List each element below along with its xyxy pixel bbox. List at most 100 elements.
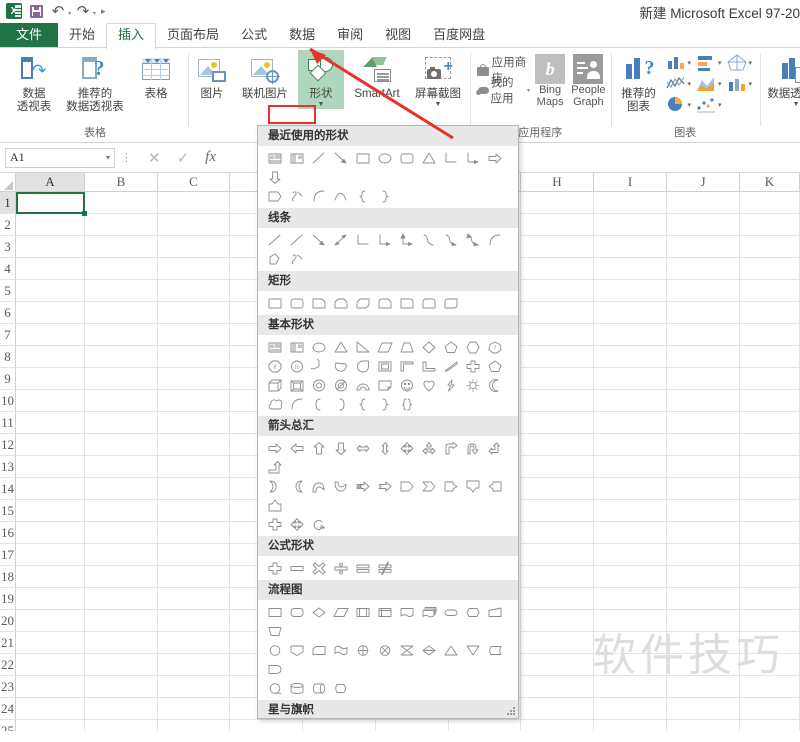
shape-curved-left-arrow-icon[interactable]: [286, 476, 308, 495]
shape-curved-down-arrow-icon[interactable]: [330, 476, 352, 495]
row-header-9[interactable]: 9: [0, 368, 16, 390]
cell-I14[interactable]: [594, 478, 667, 500]
row-header-21[interactable]: 21: [0, 632, 16, 654]
cell-H5[interactable]: [521, 280, 594, 302]
cell-B25[interactable]: [85, 720, 158, 731]
cell-K25[interactable]: [740, 720, 800, 731]
column-chart-caret-icon[interactable]: ▾: [688, 59, 692, 67]
cell-B23[interactable]: [85, 676, 158, 698]
cell-C14[interactable]: [158, 478, 230, 500]
shape-flow-multidocument-icon[interactable]: [418, 602, 440, 621]
cell-I9[interactable]: [594, 368, 667, 390]
cell-J24[interactable]: [667, 698, 740, 720]
cell-K2[interactable]: [740, 214, 800, 236]
cell-H7[interactable]: [521, 324, 594, 346]
cell-H23[interactable]: [521, 676, 594, 698]
cell-K1[interactable]: [740, 192, 800, 214]
cell-I17[interactable]: [594, 544, 667, 566]
cell-H24[interactable]: [521, 698, 594, 720]
cell-I10[interactable]: [594, 390, 667, 412]
cell-J5[interactable]: [667, 280, 740, 302]
cell-K24[interactable]: [740, 698, 800, 720]
cell-C13[interactable]: [158, 456, 230, 478]
shape-elbow-double-arrow-icon[interactable]: [396, 230, 418, 249]
cell-J18[interactable]: [667, 566, 740, 588]
shape-frame-icon[interactable]: [374, 356, 396, 375]
row-header-11[interactable]: 11: [0, 412, 16, 434]
cell-I8[interactable]: [594, 346, 667, 368]
shape-flow-internal-icon[interactable]: [374, 602, 396, 621]
shape-elbow-arrow-connector-icon[interactable]: [462, 148, 484, 167]
cell-A24[interactable]: [16, 698, 85, 720]
tab-view[interactable]: 视图: [374, 24, 422, 48]
shape-arc-icon[interactable]: [308, 186, 330, 205]
cell-K17[interactable]: [740, 544, 800, 566]
cell-J6[interactable]: [667, 302, 740, 324]
cell-B7[interactable]: [85, 324, 158, 346]
shape-arc-icon[interactable]: [286, 394, 308, 413]
name-box[interactable]: A1 ▾: [5, 147, 115, 168]
cell-A13[interactable]: [16, 456, 85, 478]
cell-I3[interactable]: [594, 236, 667, 258]
row-header-17[interactable]: 17: [0, 544, 16, 566]
shape-rectangle-icon[interactable]: [352, 148, 374, 167]
shape-diamond-icon[interactable]: [418, 337, 440, 356]
shape-freeform-icon[interactable]: [264, 249, 286, 268]
cell-B15[interactable]: [85, 500, 158, 522]
row-header-23[interactable]: 23: [0, 676, 16, 698]
shape-folded-corner-icon[interactable]: [374, 375, 396, 394]
cell-H9[interactable]: [521, 368, 594, 390]
shape-division-sign-icon[interactable]: [330, 558, 352, 577]
scatter-chart-icon[interactable]: [695, 95, 717, 115]
bar-chart-icon[interactable]: [695, 53, 717, 73]
shape-equal-sign-icon[interactable]: [352, 558, 374, 577]
shape-right-arrow-callout-icon[interactable]: [440, 476, 462, 495]
shape-notched-right-arrow-icon[interactable]: [374, 476, 396, 495]
cell-H21[interactable]: [521, 632, 594, 654]
cell-I4[interactable]: [594, 258, 667, 280]
shape-flow-display-icon[interactable]: [330, 678, 352, 697]
cell-C11[interactable]: [158, 412, 230, 434]
cell-B4[interactable]: [85, 258, 158, 280]
shape-right-bracket-icon[interactable]: [330, 394, 352, 413]
cell-H10[interactable]: [521, 390, 594, 412]
cell-A12[interactable]: [16, 434, 85, 456]
cell-C4[interactable]: [158, 258, 230, 280]
cell-K13[interactable]: [740, 456, 800, 478]
shape-smiley-face-icon[interactable]: [396, 375, 418, 394]
row-header-25[interactable]: 25: [0, 720, 16, 731]
shape-heart-icon[interactable]: [418, 375, 440, 394]
column-header-c[interactable]: C: [158, 173, 230, 192]
cell-G25[interactable]: [449, 720, 521, 731]
cell-H6[interactable]: [521, 302, 594, 324]
shape-teardrop-icon[interactable]: [352, 356, 374, 375]
cell-C19[interactable]: [158, 588, 230, 610]
cell-J17[interactable]: [667, 544, 740, 566]
row-header-13[interactable]: 13: [0, 456, 16, 478]
row-header-2[interactable]: 2: [0, 214, 16, 236]
cell-I13[interactable]: [594, 456, 667, 478]
cell-J14[interactable]: [667, 478, 740, 500]
shape-flow-magnetic-disk-icon[interactable]: [286, 678, 308, 697]
shape-up-arrow-callout-icon[interactable]: [264, 495, 286, 514]
combo-chart-icon[interactable]: [726, 74, 748, 94]
my-apps-button[interactable]: 我的应用 ▾: [474, 77, 530, 105]
shape-flow-collate-icon[interactable]: [396, 640, 418, 659]
shape-flow-manual-input-icon[interactable]: [484, 602, 506, 621]
cell-A11[interactable]: [16, 412, 85, 434]
shape-block-arc-icon[interactable]: [352, 375, 374, 394]
shape-left-arrow-icon[interactable]: [286, 438, 308, 457]
shape-flow-predefined-icon[interactable]: [352, 602, 374, 621]
confirm-entry-icon[interactable]: ✓: [177, 149, 190, 167]
tab-file[interactable]: 文件: [0, 23, 59, 48]
shape-pentagon-icon[interactable]: [440, 337, 462, 356]
shape-pie-icon[interactable]: [308, 356, 330, 375]
shape-flow-punched-tape-icon[interactable]: [330, 640, 352, 659]
shape-cross-arrow-icon[interactable]: [264, 514, 286, 533]
shape-flow-sequential-access-icon[interactable]: [264, 678, 286, 697]
row-header-10[interactable]: 10: [0, 390, 16, 412]
cell-A9[interactable]: [16, 368, 85, 390]
shape-multiply-sign-icon[interactable]: [308, 558, 330, 577]
shape-snip-same-side-corner-icon[interactable]: [330, 293, 352, 312]
shape-heptagon-icon[interactable]: 7: [484, 337, 506, 356]
